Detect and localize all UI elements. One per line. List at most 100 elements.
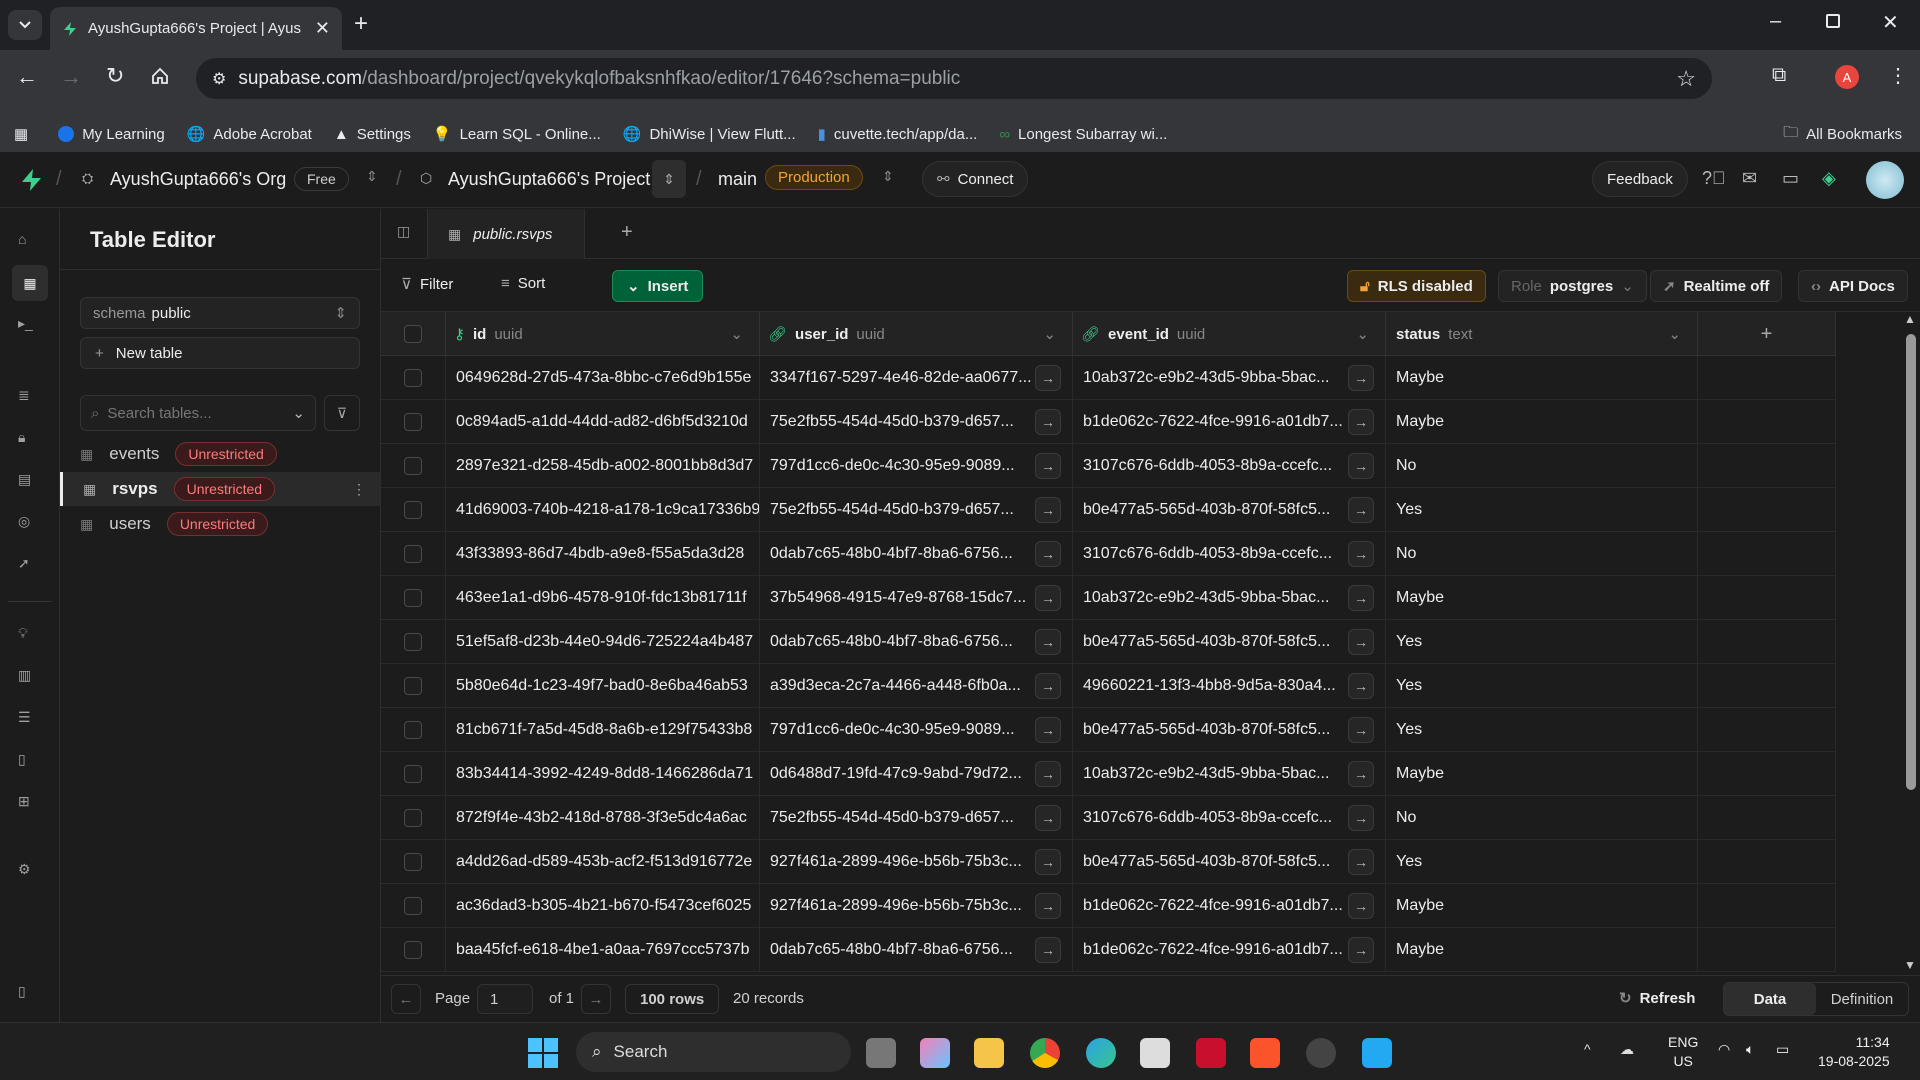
cell-status[interactable]: Yes [1386,664,1698,708]
cell-id[interactable]: 81cb671f-7a5d-45d8-8a6b-e129f75433b8 [446,708,760,752]
user-avatar[interactable] [1866,161,1904,199]
edge-icon[interactable] [1086,1038,1116,1068]
tray-overflow-icon[interactable]: ^ [1584,1041,1591,1057]
advisors-nav-icon[interactable]: 💡︎ [18,625,42,649]
onedrive-icon[interactable]: ☁ [1620,1041,1634,1058]
minimize-button[interactable]: – [1770,10,1781,33]
cell-user-id[interactable]: 927f461a-2899-496e-b56b-75b3c... [760,884,1073,928]
connect-button[interactable]: ⚯ Connect [922,161,1029,197]
integrations-nav-icon[interactable]: ⊞ [18,793,42,817]
help-icon[interactable]: ?⃝ [1702,168,1726,189]
foreign-key-link-button[interactable]: → [1348,805,1374,831]
page-input[interactable]: 1 [477,984,533,1014]
chevron-down-icon[interactable]: ⌄ [1043,325,1056,343]
cell-user-id[interactable]: 797d1cc6-de0c-4c30-95e9-9089... [760,444,1073,488]
inbox-icon[interactable]: ✉ [1742,168,1757,189]
foreign-key-link-button[interactable]: → [1035,409,1061,435]
cell-user-id[interactable]: 797d1cc6-de0c-4c30-95e9-9089... [760,708,1073,752]
vertical-scrollbar[interactable]: ▲ ▼ [1901,312,1920,975]
filter-tables-button[interactable]: ⊽ [324,395,360,431]
row-checkbox[interactable] [381,400,446,444]
chevron-down-icon[interactable]: ⌄ [1668,325,1681,343]
foreign-key-link-button[interactable]: → [1035,629,1061,655]
all-bookmarks[interactable]: 🗀 All Bookmarks [1783,122,1902,147]
browser-menu-icon[interactable]: ⋮ [1888,63,1908,88]
logs-nav-icon[interactable]: ☰ [18,709,42,733]
cell-status[interactable]: Maybe [1386,884,1698,928]
table-list-item-users[interactable]: ▦ users Unrestricted [60,507,380,541]
new-editor-tab-button[interactable]: + [621,221,633,244]
schema-selector[interactable]: schema public ⇕ [80,297,360,329]
advisor-icon[interactable]: ◈ [1822,168,1836,189]
cell-user-id[interactable]: 75e2fb55-454d-45d0-b379-d657... [760,796,1073,840]
cell-user-id[interactable]: 75e2fb55-454d-45d0-b379-d657... [760,400,1073,444]
row-checkbox[interactable] [381,664,446,708]
taskbar-search[interactable]: ⌕ Search [576,1032,851,1072]
cell-user-id[interactable]: 0dab7c65-48b0-4bf7-8ba6-6756... [760,928,1073,972]
vscode-icon[interactable] [1362,1038,1392,1068]
address-bar[interactable]: ⚙ supabase.com/dashboard/project/qvekykq… [196,58,1712,99]
cell-id[interactable]: 83b34414-3992-4249-8dd8-1466286da71 [446,752,760,796]
toggle-sidebar-icon[interactable]: ◫ [397,223,410,240]
cell-status[interactable]: Maybe [1386,400,1698,444]
task-view-icon[interactable] [866,1038,896,1068]
cell-id[interactable]: ac36dad3-b305-4b21-b670-f5473cef6025 [446,884,760,928]
supabase-logo-icon[interactable] [20,168,42,192]
rls-disabled-button[interactable]: 🔓︎ RLS disabled [1347,270,1486,302]
foreign-key-link-button[interactable]: → [1035,761,1061,787]
tab-search-button[interactable] [8,10,42,40]
cell-id[interactable]: 51ef5af8-d23b-44e0-94d6-725224a4b487 [446,620,760,664]
rows-per-page-button[interactable]: 100 rows [625,984,720,1014]
bookmark-settings[interactable]: ▲ Settings [334,126,411,143]
realtime-toggle-button[interactable]: ➚ Realtime off [1650,270,1783,302]
prev-page-button[interactable]: ← [391,984,421,1014]
column-header-id[interactable]: ⚷ id uuid ⌄ [446,312,760,356]
project-name[interactable]: AyushGupta666's Project [448,169,650,190]
cell-event-id[interactable]: 3107c676-6ddb-4053-8b9a-ccefc... [1073,796,1386,840]
foreign-key-link-button[interactable]: → [1035,673,1061,699]
row-checkbox[interactable] [381,532,446,576]
select-all-checkbox[interactable] [381,312,446,356]
cell-id[interactable]: 872f9f4e-43b2-418d-8788-3f3e5dc4a6ac [446,796,760,840]
cell-event-id[interactable]: b1de062c-7622-4fce-9916-a01db7... [1073,400,1386,444]
cell-event-id[interactable]: 10ab372c-e9b2-43d5-9bba-5bac... [1073,752,1386,796]
insert-button[interactable]: ⌄ Insert [612,270,704,302]
cell-event-id[interactable]: 3107c676-6ddb-4053-8b9a-ccefc... [1073,444,1386,488]
bookmark-cuvette[interactable]: ▮ cuvette.tech/app/da... [818,125,978,144]
file-explorer-icon[interactable] [974,1038,1004,1068]
branch-switcher-icon[interactable]: ⇕ [882,168,894,185]
dell-icon[interactable] [1306,1038,1336,1068]
cell-event-id[interactable]: 10ab372c-e9b2-43d5-9bba-5bac... [1073,576,1386,620]
foreign-key-link-button[interactable]: → [1348,365,1374,391]
row-checkbox[interactable] [381,840,446,884]
row-checkbox[interactable] [381,884,446,928]
restore-button[interactable] [1826,14,1840,28]
site-info-icon[interactable]: ⚙ [212,69,226,89]
browser-tab[interactable]: AyushGupta666's Project | Ayus ✕ [50,7,342,50]
settings-nav-icon[interactable]: ⚙ [18,861,42,885]
foreign-key-link-button[interactable]: → [1035,937,1061,963]
edge-functions-nav-icon[interactable]: ➚ [18,555,42,579]
branch-name[interactable]: main [718,169,757,190]
table-list-item-events[interactable]: ▦ events Unrestricted [60,437,380,471]
bookmark-longest-subarray[interactable]: ∞ Longest Subarray wi... [999,126,1167,143]
definition-tab[interactable]: Definition [1816,983,1908,1015]
column-header-status[interactable]: status text ⌄ [1386,312,1698,356]
windows-start-icon[interactable] [528,1038,558,1068]
api-docs-button[interactable]: ‹› API Docs [1798,270,1908,302]
cell-status[interactable]: Maybe [1386,752,1698,796]
cell-user-id[interactable]: 927f461a-2899-496e-b56b-75b3c... [760,840,1073,884]
cell-id[interactable]: 2897e321-d258-45db-a002-8001bb8d3d7 [446,444,760,488]
foreign-key-link-button[interactable]: → [1348,541,1374,567]
foreign-key-link-button[interactable]: → [1035,453,1061,479]
back-icon[interactable]: ← [16,64,38,90]
storage-nav-icon[interactable]: ▤ [18,471,42,495]
collapse-rail-icon[interactable]: ▯ [18,983,42,1007]
cell-event-id[interactable]: 10ab372c-e9b2-43d5-9bba-5bac... [1073,356,1386,400]
new-tab-button[interactable]: + [354,10,368,38]
row-checkbox[interactable] [381,708,446,752]
foreign-key-link-button[interactable]: → [1348,849,1374,875]
tab-public-rsvps[interactable]: ▦ public.rsvps [427,209,585,259]
project-switcher-icon[interactable]: ⇕ [652,160,686,198]
cell-event-id[interactable]: b0e477a5-565d-403b-870f-58fc5... [1073,708,1386,752]
